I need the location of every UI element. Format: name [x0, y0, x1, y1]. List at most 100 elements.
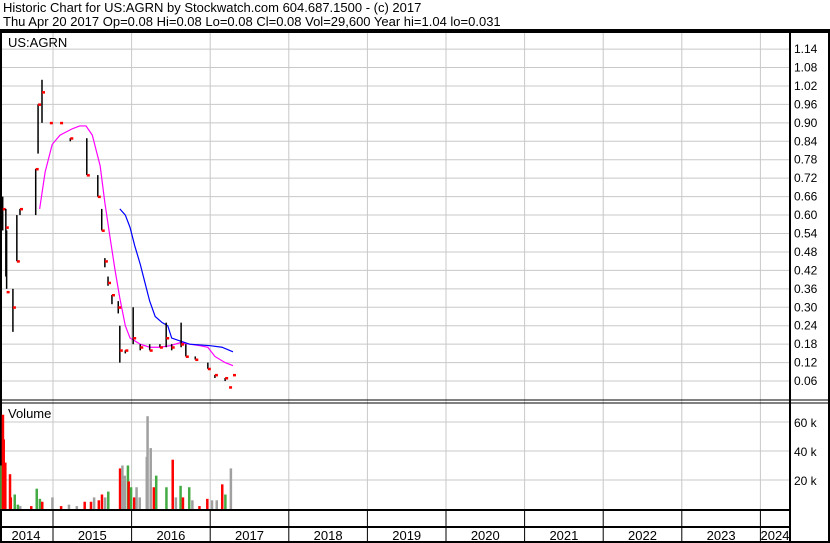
volume-bar — [38, 498, 42, 509]
close-marker — [111, 293, 115, 297]
close-marker — [104, 260, 108, 263]
volume-tick-label: 20 k — [794, 474, 818, 488]
year-label: 2017 — [235, 528, 264, 543]
year-label: 2015 — [78, 528, 107, 543]
volume-bar — [229, 468, 233, 509]
volume-bar — [187, 487, 191, 509]
volume-bar — [154, 475, 158, 509]
volume-bar — [35, 488, 38, 509]
volume-bar — [215, 500, 218, 509]
close-marker — [108, 281, 112, 285]
year-label: 2016 — [156, 528, 185, 543]
year-label: 2023 — [707, 528, 736, 543]
volume-tick-label: 40 k — [794, 445, 818, 459]
volume-bar — [107, 491, 110, 509]
price-tick-label: 0.72 — [794, 171, 818, 185]
price-tick-label: 0.18 — [794, 337, 818, 351]
year-label: 2024 — [761, 528, 790, 543]
volume-bar — [51, 497, 54, 509]
price-tick-label: 0.78 — [794, 153, 818, 167]
volume-bar — [103, 497, 107, 509]
close-marker — [181, 343, 185, 346]
close-marker — [225, 376, 229, 380]
volume-bar — [152, 487, 156, 509]
close-marker — [60, 121, 64, 125]
volume-bar — [127, 481, 130, 509]
close-marker — [119, 349, 123, 352]
volume-bar — [100, 494, 104, 509]
volume-bar — [29, 506, 33, 509]
volume-bar — [191, 500, 194, 509]
close-marker — [86, 174, 90, 177]
volume-bar — [220, 484, 224, 509]
year-label: 2019 — [392, 528, 421, 543]
price-tick-label: 0.60 — [794, 208, 818, 222]
volume-bar — [132, 497, 136, 509]
price-tick-label: 0.36 — [794, 282, 818, 296]
close-marker — [207, 367, 211, 371]
price-tick-label: 0.42 — [794, 263, 818, 277]
price-tick-label: 0.12 — [794, 356, 818, 370]
price-tick-label: 0.66 — [794, 190, 818, 204]
close-marker — [19, 207, 23, 211]
close-marker — [5, 226, 9, 229]
close-marker — [41, 91, 45, 94]
close-marker — [118, 306, 122, 309]
close-marker — [185, 355, 189, 358]
volume-bar — [97, 500, 101, 509]
year-label: 2014 — [12, 528, 41, 543]
volume-bar — [210, 500, 214, 509]
close-marker — [6, 290, 10, 294]
close-marker — [12, 306, 16, 309]
plot-background — [0, 32, 790, 541]
volume-bar — [174, 497, 178, 509]
close-marker — [159, 346, 163, 349]
volume-bar — [171, 459, 174, 509]
price-tick-label: 0.24 — [794, 319, 818, 333]
price-tick-label: 0.54 — [794, 227, 818, 241]
close-marker — [140, 346, 144, 349]
close-marker — [49, 121, 53, 125]
volume-bar — [135, 487, 138, 509]
close-marker — [195, 358, 199, 362]
volume-tick-label: 60 k — [794, 416, 818, 430]
close-marker — [133, 337, 137, 340]
volume-bar — [206, 498, 209, 509]
price-tick-label: 0.96 — [794, 97, 818, 111]
close-marker — [171, 346, 175, 349]
volume-bar — [67, 504, 71, 509]
volume-bar — [40, 501, 44, 509]
close-marker — [125, 349, 129, 352]
close-marker — [16, 260, 20, 263]
close-marker — [166, 337, 170, 340]
price-tick-label: 0.06 — [794, 374, 818, 388]
price-tick-label: 0.48 — [794, 245, 818, 259]
volume-bar — [83, 501, 86, 509]
close-marker — [97, 195, 101, 199]
close-marker — [229, 386, 233, 389]
volume-bar — [123, 475, 127, 509]
stock-chart: 1.14 1.08 1.02 0.96 0.90 0.84 0.78 0.72 0.66 0.60… — [0, 31, 830, 543]
volume-bar — [13, 494, 16, 509]
close-marker — [214, 373, 218, 377]
close-marker — [232, 373, 236, 377]
volume-bar — [224, 494, 227, 509]
price-tick-label: 1.02 — [794, 79, 818, 93]
close-marker — [35, 167, 39, 171]
year-label: 2021 — [549, 528, 578, 543]
volume-bar — [16, 504, 20, 509]
volume-bar — [138, 497, 141, 509]
price-tick-label: 0.84 — [794, 134, 818, 148]
volume-bar — [118, 468, 122, 509]
volume-bar — [181, 497, 185, 509]
volume-bar — [121, 465, 124, 509]
price-tick-label: 0.30 — [794, 300, 818, 314]
volume-bar — [89, 501, 93, 509]
volume-bar — [179, 485, 182, 509]
year-label: 2022 — [628, 528, 657, 543]
price-tick-label: 0.90 — [794, 116, 818, 130]
close-marker — [70, 137, 74, 140]
volume-label: Volume — [8, 406, 51, 421]
volume-bar — [18, 506, 22, 509]
close-marker — [38, 103, 42, 106]
